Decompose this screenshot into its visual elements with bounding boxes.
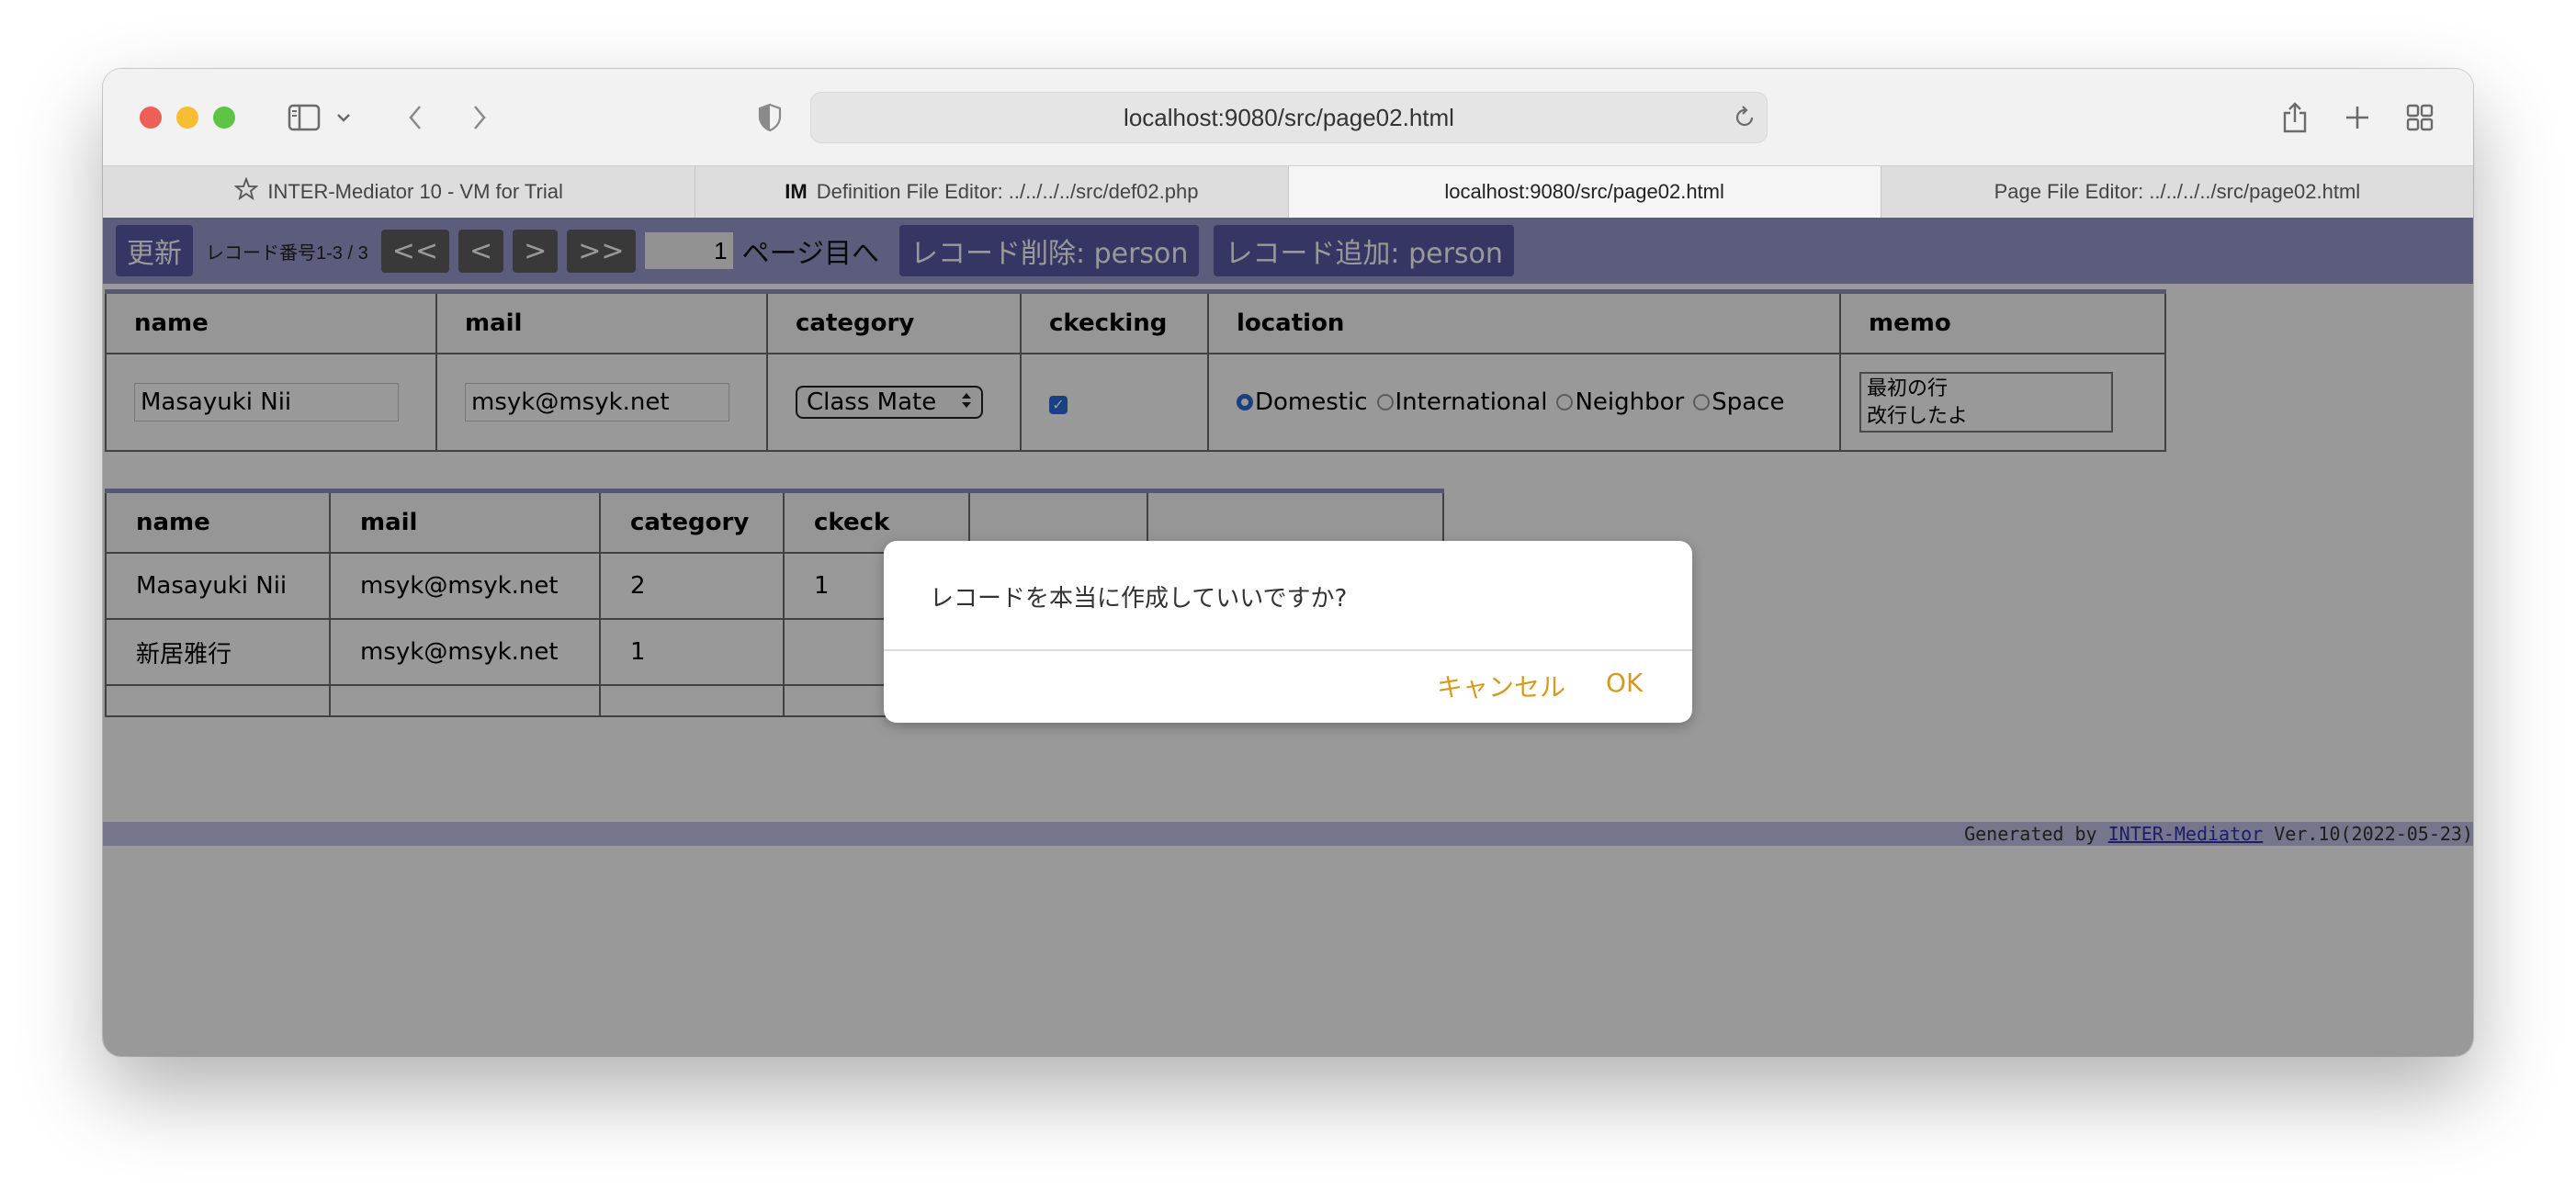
- browser-window: localhost:9080/src/page02.html INTER-Med…: [103, 69, 2473, 1056]
- tab-label: Page File Editor: ../../../../src/page02…: [1994, 180, 2361, 203]
- star-icon: [233, 176, 259, 207]
- minimize-window-button[interactable]: [176, 107, 198, 129]
- tab-label: localhost:9080/src/page02.html: [1444, 180, 1724, 203]
- address-bar[interactable]: localhost:9080/src/page02.html: [810, 92, 1768, 143]
- url-text: localhost:9080/src/page02.html: [1124, 103, 1454, 131]
- tab-label: Definition File Editor: ../../../../src/…: [816, 180, 1199, 203]
- tab-overview-icon[interactable]: [2400, 96, 2440, 139]
- shield-icon[interactable]: [751, 96, 788, 139]
- new-tab-icon[interactable]: [2337, 96, 2378, 139]
- dialog-message: レコードを本当に作成していいですか?: [930, 585, 1348, 613]
- title-bar: localhost:9080/src/page02.html: [103, 69, 2473, 165]
- tab-inter-mediator[interactable]: INTER-Mediator 10 - VM for Trial: [103, 166, 696, 218]
- page-content: 更新 レコード番号1-3 / 3 << < > >> ページ目へ レコード削除:…: [103, 218, 2473, 1056]
- cancel-button[interactable]: キャンセル: [1437, 668, 1565, 704]
- close-window-button[interactable]: [140, 107, 162, 129]
- dialog-divider: [884, 649, 1692, 651]
- tab-page-editor[interactable]: Page File Editor: ../../../../src/page02…: [1881, 166, 2473, 218]
- chevron-down-icon[interactable]: [333, 96, 355, 139]
- reload-icon[interactable]: [1729, 96, 1760, 139]
- tab-definition-editor[interactable]: IM Definition File Editor: ../../../../s…: [695, 166, 1289, 218]
- im-logo-icon: IM: [785, 180, 808, 203]
- tab-label: INTER-Mediator 10 - VM for Trial: [267, 180, 563, 203]
- zoom-window-button[interactable]: [213, 107, 235, 129]
- sidebar-icon[interactable]: [281, 96, 327, 139]
- ok-button[interactable]: OK: [1606, 668, 1643, 698]
- share-icon[interactable]: [2275, 96, 2315, 139]
- back-icon[interactable]: [397, 96, 434, 139]
- forward-icon[interactable]: [461, 96, 498, 139]
- confirm-dialog: レコードを本当に作成していいですか? キャンセル OK: [884, 541, 1692, 723]
- tab-page02[interactable]: localhost:9080/src/page02.html: [1288, 166, 1881, 218]
- tab-bar: INTER-Mediator 10 - VM for Trial IM Defi…: [103, 165, 2473, 219]
